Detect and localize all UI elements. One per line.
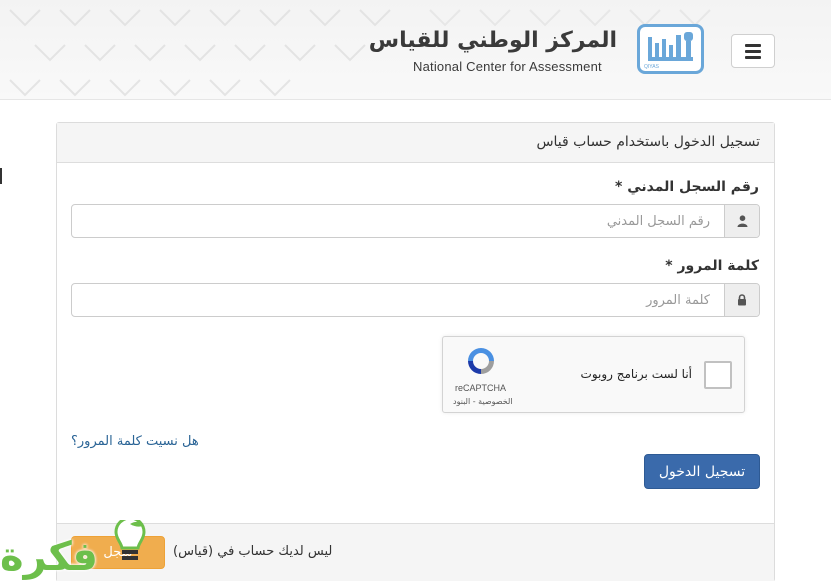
recaptcha-brand: reCAPTCHA [455, 383, 507, 393]
no-account-text: ليس لديك حساب في (قياس) [173, 544, 333, 559]
watermark-text: فكرة [0, 534, 98, 580]
password-input[interactable] [72, 284, 724, 316]
qiyas-logo: QIYAS [637, 24, 704, 74]
recaptcha-label: أنا لست برنامج روبوت [580, 367, 692, 381]
hamburger-icon-bar [745, 55, 761, 59]
recaptcha-logo-icon [468, 348, 494, 374]
national-id-input[interactable] [72, 205, 724, 237]
login-button[interactable]: تسجيل الدخول [644, 454, 760, 489]
forgot-password-link[interactable]: هل نسيت كلمة المرور؟ [71, 434, 199, 449]
lock-icon [724, 284, 759, 316]
recaptcha-widget: أنا لست برنامج روبوت reCAPTCHA الخصوصية … [442, 336, 745, 413]
watermark-logo: فكرة [0, 520, 160, 581]
qiyas-logo-icon: QIYAS [644, 32, 693, 70]
lightbulb-icon [114, 520, 146, 560]
panel-footer: سجل ليس لديك حساب في (قياس) [57, 523, 774, 581]
hamburger-icon-bar [745, 43, 761, 47]
logo-small-text: QIYAS [644, 64, 660, 70]
recaptcha-terms-link[interactable]: الخصوصية - البنود [453, 397, 513, 406]
national-id-label: رقم السجل المدني * [615, 179, 759, 195]
org-name-ar: المركز الوطني للقياس [368, 28, 617, 53]
site-header: National Center for Assessment المركز ال… [0, 0, 831, 100]
panel-title: تسجيل الدخول باستخدام حساب قياس [536, 134, 760, 150]
hamburger-icon-bar [745, 49, 761, 53]
org-name-en: National Center for Assessment [413, 59, 602, 74]
login-panel: تسجيل الدخول باستخدام حساب قياس رقم السج… [56, 122, 775, 581]
national-id-group [71, 204, 760, 238]
user-icon [724, 205, 759, 237]
decorative-pattern [9, 9, 391, 97]
menu-button[interactable] [731, 34, 775, 68]
panel-header: تسجيل الدخول باستخدام حساب قياس [57, 123, 774, 163]
password-group [71, 283, 760, 317]
password-label: كلمة المرور * [665, 258, 759, 274]
recaptcha-checkbox[interactable] [704, 361, 732, 389]
window-edge [0, 168, 2, 184]
